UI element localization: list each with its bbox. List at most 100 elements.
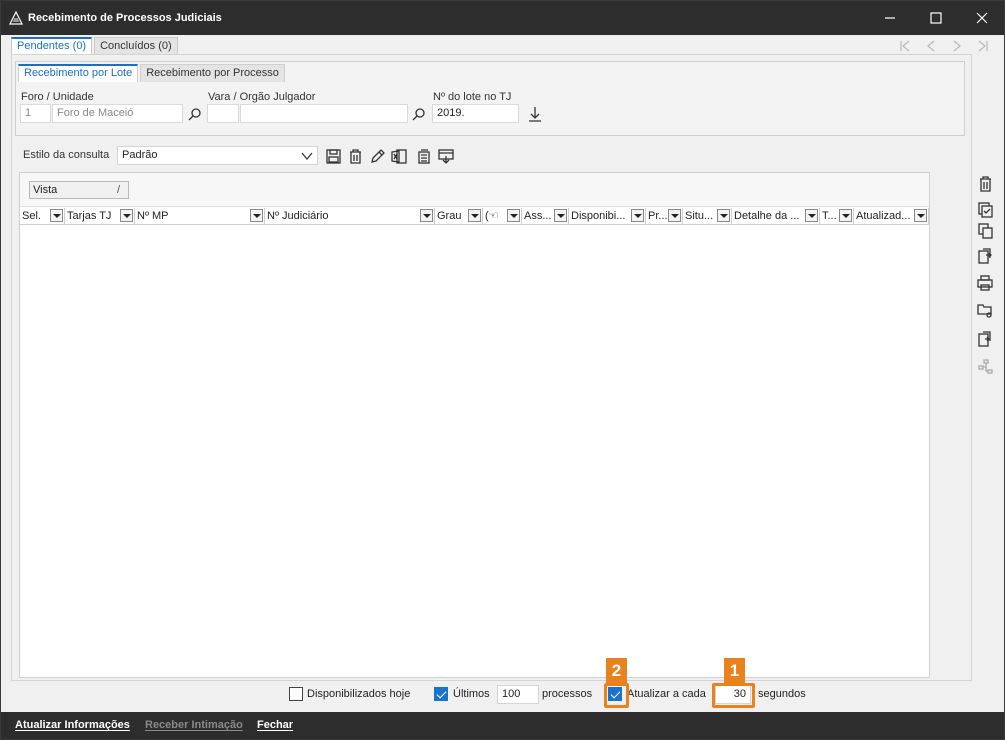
filter-dropdown-icon[interactable] [914, 209, 927, 222]
last-record-button[interactable] [974, 39, 992, 53]
next-record-icon [953, 40, 961, 52]
vara-search-button[interactable] [410, 105, 428, 123]
filter-dropdown-icon[interactable] [805, 209, 818, 222]
lote-field[interactable]: 2019. [432, 104, 519, 123]
folder-settings-icon [977, 304, 992, 318]
column-header[interactable]: Nº Judiciário [265, 208, 435, 225]
disponibilizados-checkbox[interactable] [289, 687, 303, 701]
copy-icon [417, 148, 430, 164]
excel-export-button[interactable] [389, 146, 409, 166]
print-icon [977, 275, 993, 291]
vara-name-field[interactable] [240, 104, 408, 123]
column-header[interactable]: Tarjas TJ [65, 208, 135, 225]
group-by-panel: Vista / [20, 173, 929, 207]
style-select[interactable]: Padrão [117, 146, 318, 165]
vara-label: Vara / Orgão Julgador [208, 91, 316, 103]
check-doc-icon [977, 202, 993, 218]
search-icon [188, 108, 201, 121]
filter-dropdown-icon[interactable] [717, 209, 730, 222]
column-header[interactable]: Pr... [646, 208, 683, 225]
foro-search-button[interactable] [186, 105, 204, 123]
fechar-button[interactable]: Fechar [257, 719, 293, 731]
foro-name-field[interactable]: Foro de Maceió [52, 104, 183, 123]
previous-record-icon [927, 40, 935, 52]
close-icon [976, 12, 988, 24]
copy-doc-button[interactable] [974, 220, 996, 242]
main-window: Recebimento de Processos Judiciais Pende… [0, 0, 1005, 740]
transfer-doc-icon [977, 248, 992, 264]
filter-dropdown-icon[interactable] [668, 209, 681, 222]
vara-code-field[interactable] [207, 104, 239, 123]
save-style-button[interactable] [323, 146, 343, 166]
chevron-down-icon [301, 152, 313, 161]
column-header[interactable]: (☜ [483, 208, 522, 225]
column-header[interactable]: Disponibi... [569, 208, 646, 225]
vista-group-button[interactable]: Vista / [29, 181, 129, 199]
print-button[interactable] [974, 272, 996, 294]
filter-dropdown-icon[interactable] [839, 209, 852, 222]
confirm-doc-button[interactable] [974, 199, 996, 221]
minimize-button[interactable] [868, 1, 912, 35]
transfer-doc-button[interactable] [974, 245, 996, 267]
delete-button[interactable] [974, 173, 996, 195]
column-header[interactable]: Detalhe da ... [732, 208, 820, 225]
previous-record-button[interactable] [922, 39, 940, 53]
ultimos-label: Últimos [453, 688, 490, 700]
atualizar-informacoes-button[interactable]: Atualizar Informações [15, 719, 130, 731]
receber-intimacao-button[interactable]: Receber Intimação [145, 719, 243, 731]
column-header[interactable]: Grau [435, 208, 483, 225]
callout-2-badge: 2 [606, 658, 627, 683]
tree-icon [977, 359, 993, 374]
footer-bar: Atualizar Informações Receber Intimação … [1, 712, 1004, 739]
tab-recebimento-lote[interactable]: Recebimento por Lote [18, 64, 139, 82]
edit-icon [370, 148, 385, 163]
callout-1-highlight [712, 683, 755, 708]
download-button[interactable] [525, 104, 545, 124]
delete-style-button[interactable] [345, 146, 365, 166]
column-header[interactable]: Sel. [20, 208, 65, 225]
folder-settings-button[interactable] [974, 299, 996, 321]
next-record-button[interactable] [948, 39, 966, 53]
filter-dropdown-icon[interactable] [554, 209, 567, 222]
column-headers: Sel. Tarjas TJ Nº MP Nº Judiciário Grau … [20, 208, 929, 225]
copy-style-button[interactable] [413, 146, 433, 166]
tab-concluidos[interactable]: Concluídos (0) [94, 37, 178, 54]
style-selected-value: Padrão [122, 149, 158, 161]
filter-dropdown-icon[interactable] [468, 209, 481, 222]
main-tabs: Pendentes (0) Concluídos (0) [11, 37, 180, 54]
first-record-button[interactable] [896, 39, 914, 53]
column-header[interactable]: T... [820, 208, 854, 225]
filter-dropdown-icon[interactable] [120, 209, 133, 222]
first-record-icon [900, 40, 910, 52]
export-style-button[interactable] [436, 146, 456, 166]
foro-label: Foro / Unidade [21, 91, 94, 103]
column-header[interactable]: Nº MP [135, 208, 265, 225]
close-button[interactable] [960, 1, 1004, 35]
filter-dropdown-icon[interactable] [507, 209, 520, 222]
filter-tabs: Recebimento por Lote Recebimento por Pro… [18, 64, 287, 82]
tab-pendentes[interactable]: Pendentes (0) [11, 37, 93, 54]
filter-dropdown-icon[interactable] [631, 209, 644, 222]
title-bar: Recebimento de Processos Judiciais [1, 1, 1004, 35]
column-header[interactable]: Atualizad... [854, 208, 929, 225]
ultimos-checkbox[interactable] [434, 687, 448, 701]
style-label: Estilo da consulta [23, 149, 110, 161]
trash-icon [979, 176, 991, 192]
tree-button[interactable] [974, 356, 996, 378]
maximize-button[interactable] [914, 1, 958, 35]
delete-icon [349, 148, 361, 164]
column-header[interactable]: Situ... [683, 208, 732, 225]
filter-dropdown-icon[interactable] [250, 209, 263, 222]
ultimos-input[interactable]: 100 [497, 685, 539, 704]
callout-2-highlight [604, 683, 629, 708]
column-header[interactable]: Ass... [522, 208, 569, 225]
results-grid: Vista / Sel. Tarjas TJ Nº MP Nº Judiciár… [19, 172, 930, 678]
tab-recebimento-processo[interactable]: Recebimento por Processo [140, 64, 285, 82]
foro-code-field[interactable]: 1 [20, 104, 51, 123]
minimize-icon [885, 17, 895, 19]
filter-dropdown-icon[interactable] [420, 209, 433, 222]
sort-indicator: / [116, 184, 120, 196]
export-doc-button[interactable] [974, 328, 996, 350]
edit-style-button[interactable] [367, 146, 387, 166]
filter-dropdown-icon[interactable] [50, 209, 63, 222]
